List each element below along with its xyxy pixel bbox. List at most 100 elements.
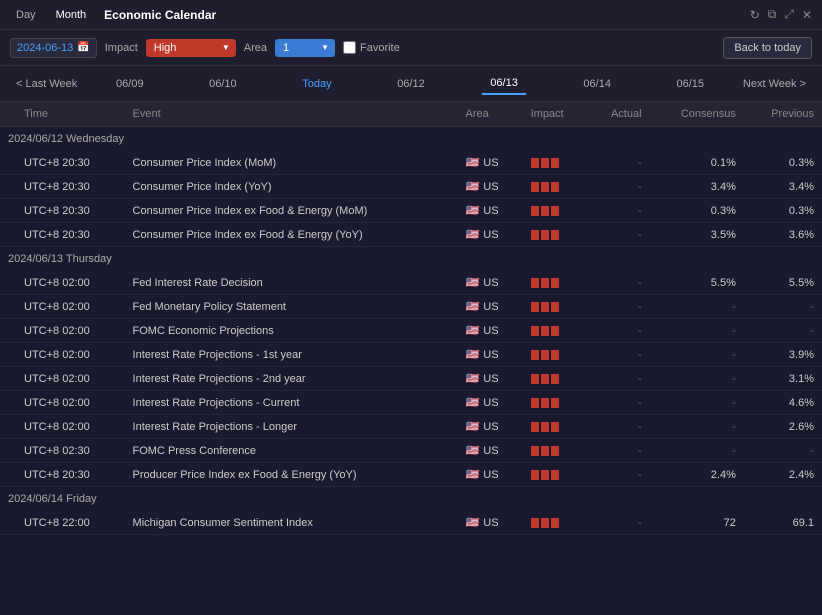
table-row[interactable]: UTC+8 02:00 Interest Rate Projections - …	[0, 391, 822, 415]
event-name: FOMC Economic Projections	[125, 319, 458, 343]
nav-date-Today[interactable]: Today	[294, 74, 339, 94]
flag-icon: 🇺🇸	[466, 372, 480, 385]
event-area: 🇺🇸 US	[458, 295, 523, 319]
back-to-today-button[interactable]: Back to today	[723, 37, 812, 59]
impact-bar	[541, 518, 549, 528]
event-consensus: 72	[650, 511, 744, 535]
area-code: US	[483, 181, 498, 193]
row-indicator	[0, 319, 16, 343]
area-code: US	[483, 229, 498, 241]
impact-bar	[551, 422, 559, 432]
previous-header: Previous	[744, 102, 822, 127]
event-time: UTC+8 20:30	[16, 199, 125, 223]
nav-next-button[interactable]: Next Week >	[737, 74, 812, 94]
table-row[interactable]: UTC+8 20:30 Consumer Price Index ex Food…	[0, 223, 822, 247]
table-row[interactable]: UTC+8 02:00 Interest Rate Projections - …	[0, 343, 822, 367]
event-actual: -	[588, 199, 650, 223]
table-row[interactable]: UTC+8 02:00 Interest Rate Projections - …	[0, 415, 822, 439]
favorite-checkbox[interactable]: Favorite	[343, 41, 400, 54]
table-row[interactable]: UTC+8 22:00 Michigan Consumer Sentiment …	[0, 511, 822, 535]
event-name: Consumer Price Index (MoM)	[125, 151, 458, 175]
area-code: US	[483, 325, 498, 337]
impact-bar	[531, 422, 539, 432]
top-bar: Day Month Economic Calendar ↻ ⧉ ⤢ ✕	[0, 0, 822, 30]
event-consensus: 3.4%	[650, 175, 744, 199]
impact-bar	[551, 182, 559, 192]
event-area: 🇺🇸 US	[458, 151, 523, 175]
nav-prev-button[interactable]: < Last Week	[10, 74, 83, 94]
refresh-icon[interactable]: ↻	[750, 8, 760, 22]
area-code: US	[483, 397, 498, 409]
impact-bar	[541, 446, 549, 456]
flag-icon: 🇺🇸	[466, 396, 480, 409]
event-time: UTC+8 02:00	[16, 271, 125, 295]
table-row[interactable]: UTC+8 02:00 FOMC Economic Projections 🇺🇸…	[0, 319, 822, 343]
close-icon[interactable]: ✕	[802, 8, 812, 22]
event-area: 🇺🇸 US	[458, 367, 523, 391]
event-time: UTC+8 02:00	[16, 367, 125, 391]
event-consensus: -	[650, 319, 744, 343]
event-impact	[523, 415, 588, 439]
favorite-checkbox-input[interactable]	[343, 41, 356, 54]
event-actual: -	[588, 175, 650, 199]
nav-date-06-12[interactable]: 06/12	[389, 74, 433, 94]
calendar-icon: 📅	[77, 42, 89, 53]
impact-bar	[551, 470, 559, 480]
section-header: 2024/06/14 Friday	[0, 487, 822, 512]
impact-bar	[541, 206, 549, 216]
impact-bar	[551, 302, 559, 312]
flag-icon: 🇺🇸	[466, 444, 480, 457]
event-previous: 5.5%	[744, 271, 822, 295]
row-indicator	[0, 391, 16, 415]
nav-date-06-13[interactable]: 06/13	[482, 73, 526, 95]
table-row[interactable]: UTC+8 02:00 Fed Interest Rate Decision 🇺…	[0, 271, 822, 295]
event-area: 🇺🇸 US	[458, 391, 523, 415]
date-input[interactable]: 2024-06-13 📅	[10, 38, 97, 58]
tab-month[interactable]: Month	[50, 7, 93, 23]
row-indicator	[0, 223, 16, 247]
table-row[interactable]: UTC+8 02:00 Interest Rate Projections - …	[0, 367, 822, 391]
event-consensus: -	[650, 367, 744, 391]
impact-bar	[551, 446, 559, 456]
event-consensus: 5.5%	[650, 271, 744, 295]
window-icon[interactable]: ⧉	[768, 7, 777, 22]
event-consensus: -	[650, 415, 744, 439]
time-header: Time	[16, 102, 125, 127]
tab-day[interactable]: Day	[10, 7, 42, 23]
row-indicator	[0, 511, 16, 535]
event-consensus: 0.1%	[650, 151, 744, 175]
controls-bar: 2024-06-13 📅 Impact High Medium Low ▼ Ar…	[0, 30, 822, 66]
area-code: US	[483, 301, 498, 313]
nav-date-06-10[interactable]: 06/10	[201, 74, 245, 94]
date-value: 2024-06-13	[17, 42, 73, 54]
expand-icon[interactable]: ⤢	[784, 7, 794, 22]
table-row[interactable]: UTC+8 20:30 Consumer Price Index (YoY) 🇺…	[0, 175, 822, 199]
impact-select[interactable]: High Medium Low	[146, 39, 236, 57]
table-row[interactable]: UTC+8 02:00 Fed Monetary Policy Statemen…	[0, 295, 822, 319]
events-table: Time Event Area Impact Actual Consensus …	[0, 102, 822, 535]
event-previous: 69.1	[744, 511, 822, 535]
area-code: US	[483, 445, 498, 457]
event-actual: -	[588, 271, 650, 295]
nav-date-06-15[interactable]: 06/15	[669, 74, 713, 94]
area-code: US	[483, 421, 498, 433]
event-previous: 2.6%	[744, 415, 822, 439]
impact-bar	[531, 350, 539, 360]
nav-date-06-14[interactable]: 06/14	[575, 74, 619, 94]
nav-date-06-09[interactable]: 06/09	[108, 74, 152, 94]
section-date: 2024/06/12 Wednesday	[0, 127, 822, 152]
event-time: UTC+8 20:30	[16, 463, 125, 487]
actual-header: Actual	[588, 102, 650, 127]
area-select[interactable]: 1 2 3	[275, 39, 335, 57]
table-row[interactable]: UTC+8 20:30 Consumer Price Index ex Food…	[0, 199, 822, 223]
impact-bar	[551, 374, 559, 384]
flag-icon: 🇺🇸	[466, 300, 480, 313]
impact-bar	[531, 302, 539, 312]
event-name: Consumer Price Index ex Food & Energy (M…	[125, 199, 458, 223]
event-area: 🇺🇸 US	[458, 223, 523, 247]
table-row[interactable]: UTC+8 20:30 Consumer Price Index (MoM) 🇺…	[0, 151, 822, 175]
table-row[interactable]: UTC+8 20:30 Producer Price Index ex Food…	[0, 463, 822, 487]
table-row[interactable]: UTC+8 02:30 FOMC Press Conference 🇺🇸 US …	[0, 439, 822, 463]
event-area: 🇺🇸 US	[458, 271, 523, 295]
flag-icon: 🇺🇸	[466, 348, 480, 361]
